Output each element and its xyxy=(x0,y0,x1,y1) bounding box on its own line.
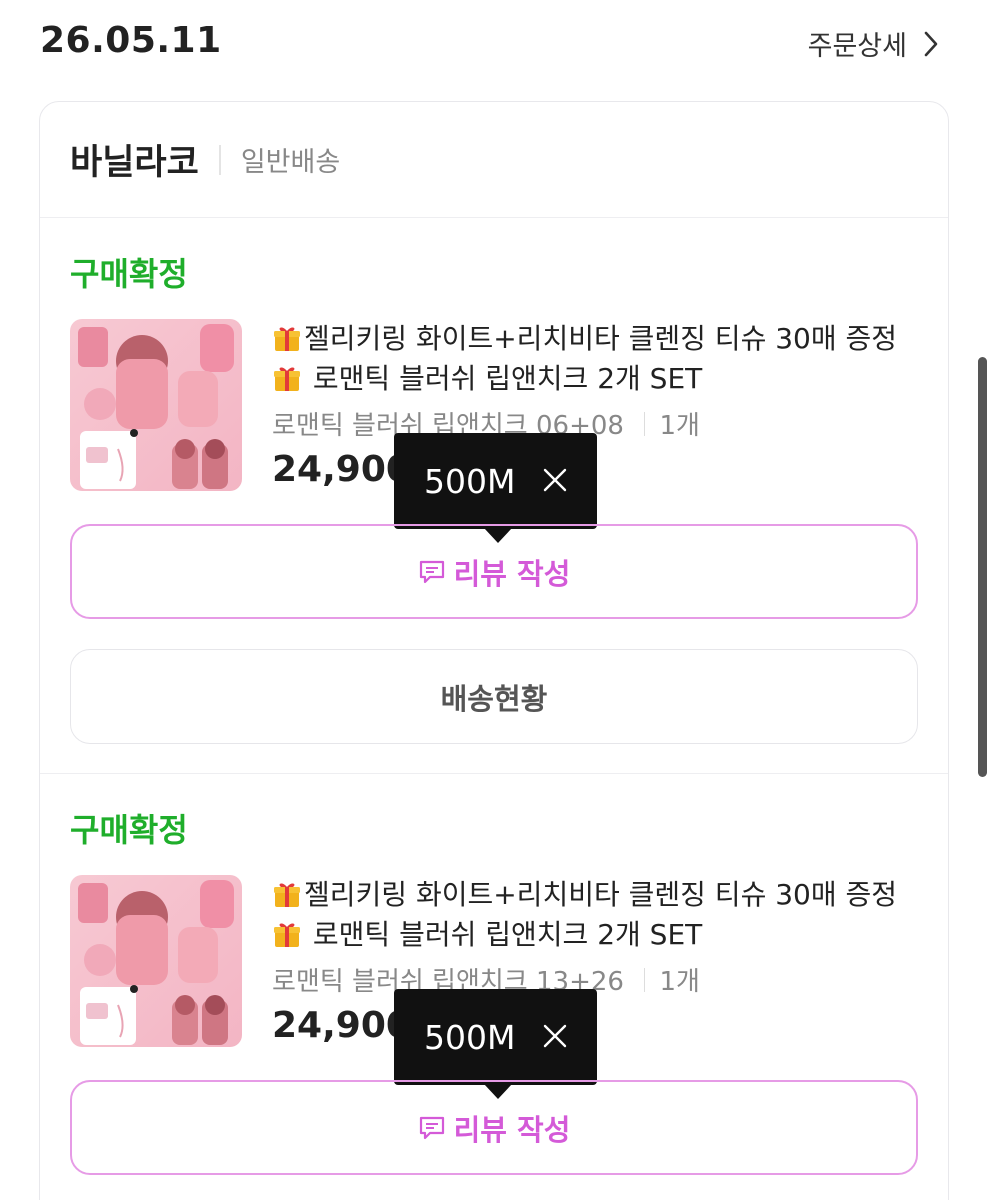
order-date: 26.05.11 xyxy=(40,20,222,61)
gift-icon xyxy=(274,883,300,907)
comment-icon xyxy=(419,560,444,583)
product-price: 24,900 xyxy=(272,449,411,490)
gift-icon xyxy=(274,923,300,947)
reward-tooltip: 500M xyxy=(394,433,597,543)
product-thumbnail[interactable] xyxy=(70,875,242,1047)
product-name[interactable]: 젤리키링 화이트+리치비타 클렌징 티슈 30매 증정 로맨틱 블러쉬 립앤치크… xyxy=(272,319,932,399)
review-button-label: 리뷰 작성 xyxy=(453,1112,571,1147)
gift-icon xyxy=(274,327,300,351)
seller-name[interactable]: 바닐라코 xyxy=(70,134,199,185)
product-price: 24,900 xyxy=(272,1005,411,1046)
reward-tooltip: 500M xyxy=(394,989,597,1099)
delivery-type: 일반배송 xyxy=(240,147,341,178)
tooltip-text: 500M xyxy=(424,461,516,501)
card-header: 바닐라코 일반배송 xyxy=(40,102,948,218)
product-name-line2: 로맨틱 블러쉬 립앤치크 2개 SET xyxy=(304,918,703,951)
scrollbar[interactable] xyxy=(978,357,987,777)
order-detail-label: 주문상세 xyxy=(807,31,907,62)
purchase-status: 구매확정 xyxy=(70,255,188,293)
quantity: 1개 xyxy=(659,411,700,441)
product-name-line1: 젤리키링 화이트+리치비타 클렌징 티슈 30매 증정 xyxy=(304,878,898,911)
gift-icon xyxy=(274,367,300,391)
divider xyxy=(218,144,221,175)
tooltip-text: 500M xyxy=(424,1017,516,1057)
product-thumbnail[interactable] xyxy=(70,319,242,491)
close-icon[interactable] xyxy=(541,466,569,494)
quantity: 1개 xyxy=(659,967,700,997)
review-button[interactable]: 리뷰 작성 xyxy=(70,524,918,619)
review-button-label: 리뷰 작성 xyxy=(453,556,571,591)
chevron-right-icon xyxy=(924,31,938,56)
shipping-status-button[interactable]: 배송현황 xyxy=(70,649,918,744)
product-name-line1: 젤리키링 화이트+리치비타 클렌징 티슈 30매 증정 xyxy=(304,322,898,355)
order-detail-link[interactable]: 주문상세 xyxy=(808,24,941,63)
order-item: 구매확정 젤리키링 화이트+리치비타 클렌징 티슈 30매 증정 로맨틱 블러쉬… xyxy=(40,219,948,774)
order-item: 구매확정 젤리키링 화이트+리치비타 클렌징 티슈 30매 증정 로맨틱 블러쉬… xyxy=(40,775,948,1200)
order-date-row: 26.05.11 주문상세 xyxy=(0,0,987,90)
divider xyxy=(643,411,646,436)
purchase-status: 구매확정 xyxy=(70,811,188,849)
divider xyxy=(643,967,646,992)
product-name-line2: 로맨틱 블러쉬 립앤치크 2개 SET xyxy=(304,362,703,395)
close-icon[interactable] xyxy=(541,1022,569,1050)
order-card: 바닐라코 일반배송 구매확정 젤리키링 화이트+리치비타 클렌징 티슈 30매 … xyxy=(39,101,949,1200)
product-name[interactable]: 젤리키링 화이트+리치비타 클렌징 티슈 30매 증정 로맨틱 블러쉬 립앤치크… xyxy=(272,875,932,955)
review-button[interactable]: 리뷰 작성 xyxy=(70,1080,918,1175)
comment-icon xyxy=(419,1116,444,1139)
shipping-button-label: 배송현황 xyxy=(440,681,548,716)
